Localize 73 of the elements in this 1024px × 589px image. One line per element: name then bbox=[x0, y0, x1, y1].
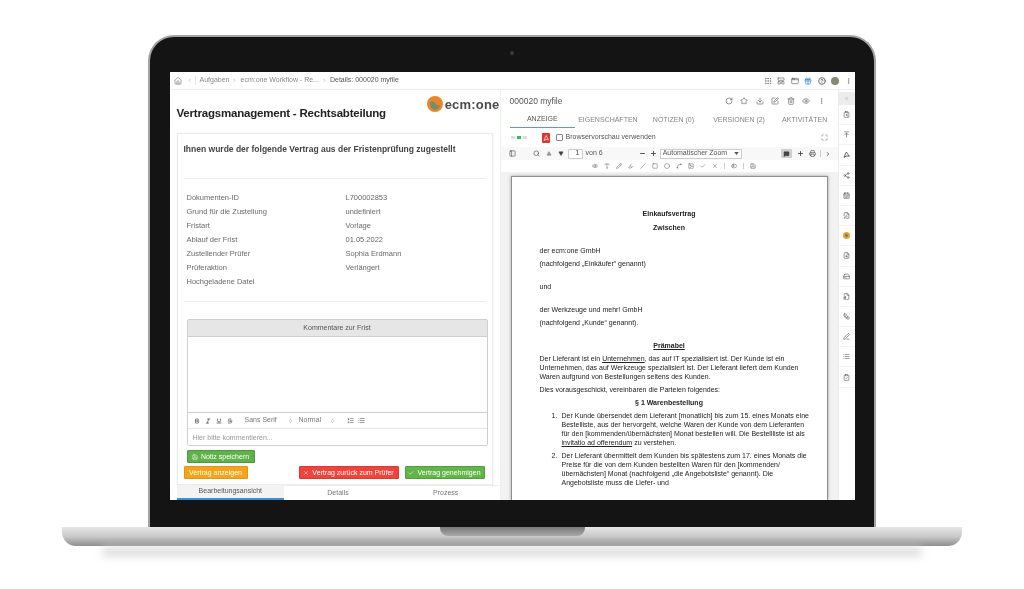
chevron-right-icon[interactable] bbox=[824, 150, 831, 157]
edit-icon[interactable] bbox=[771, 97, 779, 105]
select-arrows-icon bbox=[329, 417, 335, 424]
save-icon bbox=[191, 453, 198, 460]
refresh-icon[interactable] bbox=[724, 97, 733, 105]
sidebar-toggle-icon[interactable] bbox=[508, 150, 516, 157]
list-icon[interactable] bbox=[843, 353, 850, 361]
x-icon[interactable] bbox=[712, 163, 718, 169]
apps-grid-icon[interactable] bbox=[763, 76, 772, 85]
home-icon[interactable] bbox=[173, 76, 182, 85]
search-icon[interactable] bbox=[532, 150, 540, 157]
star-icon[interactable] bbox=[740, 97, 748, 105]
logo-text: ecm:one bbox=[444, 97, 500, 111]
fullscreen-icon[interactable] bbox=[820, 134, 828, 141]
card-heading: Ihnen wurde der folgende Vertrag aus der Fristenprüfung zugestellt bbox=[183, 144, 457, 154]
gift-icon[interactable] bbox=[804, 76, 812, 85]
file-search-icon[interactable] bbox=[843, 252, 850, 260]
bullet-list-icon[interactable] bbox=[357, 417, 365, 424]
select-arrows-icon bbox=[287, 417, 293, 424]
ordered-list-icon[interactable] bbox=[346, 417, 354, 424]
strikethrough-icon[interactable] bbox=[226, 417, 233, 424]
clipboard-icon[interactable] bbox=[843, 111, 850, 119]
circle-icon[interactable] bbox=[664, 163, 670, 169]
text-icon[interactable] bbox=[604, 163, 610, 169]
pencil-icon[interactable] bbox=[616, 163, 622, 169]
check-icon[interactable] bbox=[700, 163, 706, 169]
italic-icon[interactable] bbox=[204, 417, 211, 424]
pdf-symbol-icon[interactable] bbox=[843, 151, 850, 159]
calendar-icon[interactable] bbox=[843, 191, 850, 199]
add-icon[interactable] bbox=[796, 150, 804, 157]
avatar[interactable] bbox=[831, 76, 839, 85]
arrow-up-to-line-icon[interactable] bbox=[843, 131, 850, 139]
check-icon bbox=[408, 469, 415, 476]
disc-icon[interactable] bbox=[843, 232, 850, 240]
bold-icon[interactable] bbox=[193, 417, 200, 424]
edit-file-icon[interactable] bbox=[843, 212, 850, 220]
help-icon[interactable] bbox=[817, 76, 826, 85]
pdf-file-icon bbox=[541, 132, 550, 143]
print-icon[interactable] bbox=[808, 150, 816, 157]
image-icon[interactable] bbox=[688, 163, 694, 169]
view-mode-icon[interactable] bbox=[510, 136, 528, 139]
webcam-icon bbox=[510, 51, 514, 55]
underline-icon[interactable] bbox=[215, 417, 222, 424]
checkbox[interactable] bbox=[555, 134, 563, 141]
caret-icon bbox=[733, 152, 739, 155]
comment-icon[interactable] bbox=[782, 150, 790, 157]
save-icon[interactable] bbox=[750, 163, 756, 169]
toggle-icon[interactable] bbox=[731, 163, 737, 169]
triangle-up-icon[interactable] bbox=[545, 151, 552, 156]
window-icon[interactable] bbox=[790, 76, 799, 85]
eye-icon[interactable] bbox=[802, 97, 810, 105]
zoom-in-icon[interactable] bbox=[649, 150, 657, 157]
pen-icon[interactable] bbox=[843, 333, 850, 341]
highlighter-icon[interactable] bbox=[628, 163, 634, 169]
download-icon[interactable] bbox=[755, 97, 764, 105]
file-badge-icon[interactable] bbox=[843, 292, 850, 300]
chevron-right-icon bbox=[321, 78, 327, 83]
zoom-out-icon[interactable] bbox=[638, 150, 646, 157]
logo-mark-icon bbox=[426, 96, 443, 112]
document-title-header: 000020 myfile bbox=[509, 94, 563, 108]
eye-icon[interactable] bbox=[592, 163, 598, 169]
triangle-down-icon[interactable] bbox=[557, 151, 564, 156]
clipboard-check-icon[interactable] bbox=[843, 373, 850, 381]
page-title: Vertragsmanagement - Rechtsabteilung bbox=[176, 106, 386, 120]
close-icon bbox=[303, 469, 310, 476]
chevron-right-icon bbox=[232, 78, 238, 83]
workflow-icon[interactable] bbox=[843, 312, 850, 320]
polyline-icon[interactable] bbox=[676, 163, 682, 169]
layout-icon[interactable] bbox=[777, 76, 785, 85]
drive-icon[interactable] bbox=[843, 272, 850, 280]
line-icon[interactable] bbox=[640, 163, 646, 169]
share-icon[interactable] bbox=[843, 171, 850, 179]
trash-icon[interactable] bbox=[786, 97, 795, 105]
